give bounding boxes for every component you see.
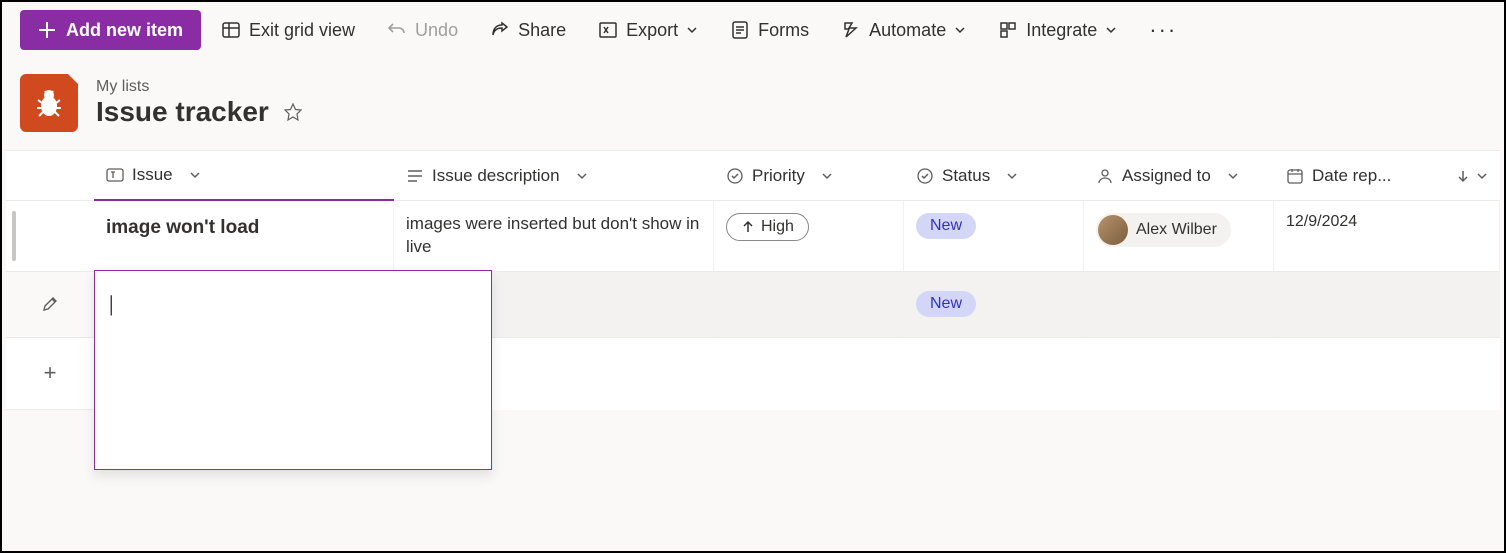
automate-label: Automate xyxy=(869,20,946,41)
automate-button[interactable]: Automate xyxy=(829,10,978,50)
page-title: Issue tracker xyxy=(96,96,303,128)
forms-button[interactable]: Forms xyxy=(718,10,821,50)
row-gutter[interactable] xyxy=(6,272,94,338)
column-header-date-reported[interactable]: Date rep... xyxy=(1274,151,1500,201)
status-pill: New xyxy=(916,291,976,317)
more-icon: ··· xyxy=(1149,17,1177,43)
table-row-editing[interactable]: New xyxy=(6,272,1500,338)
undo-label: Undo xyxy=(415,20,458,41)
column-header-issue[interactable]: Issue xyxy=(94,151,394,201)
favorite-star-icon[interactable] xyxy=(283,102,303,122)
add-new-item-button[interactable]: Add new item xyxy=(20,10,201,50)
cell-assigned-to[interactable] xyxy=(1084,272,1274,338)
excel-icon xyxy=(598,20,618,40)
column-header-assigned-to[interactable]: Assigned to xyxy=(1084,151,1274,201)
grid-icon xyxy=(221,20,241,40)
column-label: Issue description xyxy=(432,166,560,186)
text-field-icon xyxy=(106,166,124,184)
cell-description[interactable]: images were inserted but don't show in l… xyxy=(394,201,714,272)
plus-icon[interactable]: + xyxy=(44,360,57,386)
avatar xyxy=(1098,215,1128,245)
table-row[interactable]: image won't load images were inserted bu… xyxy=(6,201,1500,272)
plus-icon xyxy=(38,21,56,39)
export-label: Export xyxy=(626,20,678,41)
undo-icon xyxy=(387,20,407,40)
forms-label: Forms xyxy=(758,20,809,41)
exit-grid-view-label: Exit grid view xyxy=(249,20,355,41)
cell-priority[interactable]: High xyxy=(714,201,904,272)
column-label: Date rep... xyxy=(1312,166,1391,186)
priority-pill: High xyxy=(726,213,809,241)
column-header-status[interactable]: Status xyxy=(904,151,1084,201)
column-header-description[interactable]: Issue description xyxy=(394,151,714,201)
integrate-icon xyxy=(998,20,1018,40)
add-row-gutter[interactable]: + xyxy=(6,338,94,410)
priority-label: High xyxy=(761,218,794,236)
person-icon xyxy=(1096,167,1114,185)
page-header: My lists Issue tracker xyxy=(2,58,1504,150)
status-pill: New xyxy=(916,213,976,239)
forms-icon xyxy=(730,20,750,40)
breadcrumb[interactable]: My lists xyxy=(96,78,303,96)
chevron-down-icon xyxy=(954,24,966,36)
edit-icon xyxy=(41,295,59,313)
more-actions-button[interactable]: ··· xyxy=(1137,10,1189,50)
integrate-label: Integrate xyxy=(1026,20,1097,41)
column-header-priority[interactable]: Priority xyxy=(714,151,904,201)
command-bar: Add new item Exit grid view Undo Share E… xyxy=(2,2,1504,58)
chevron-down-icon xyxy=(686,24,698,36)
data-grid: Issue Issue description Priority Status … xyxy=(6,150,1500,410)
export-button[interactable]: Export xyxy=(586,10,710,50)
issue-title-input[interactable] xyxy=(94,270,492,470)
list-icon xyxy=(20,74,78,132)
cell-issue[interactable]: image won't load xyxy=(94,201,394,272)
grid-header-row: Issue Issue description Priority Status … xyxy=(6,151,1500,201)
date-text: 12/9/2024 xyxy=(1286,213,1357,231)
column-label: Issue xyxy=(132,165,173,185)
choice-icon xyxy=(916,167,934,185)
column-label: Status xyxy=(942,166,990,186)
cell-status[interactable]: New xyxy=(904,201,1084,272)
row-gutter[interactable] xyxy=(6,201,94,272)
multiline-text-icon xyxy=(406,167,424,185)
integrate-button[interactable]: Integrate xyxy=(986,10,1129,50)
person-chip: Alex Wilber xyxy=(1096,213,1231,247)
cell-empty xyxy=(1274,338,1500,410)
cell-priority[interactable] xyxy=(714,272,904,338)
undo-button[interactable]: Undo xyxy=(375,10,470,50)
cell-empty xyxy=(1084,338,1274,410)
exit-grid-view-button[interactable]: Exit grid view xyxy=(209,10,367,50)
chevron-down-icon xyxy=(576,170,588,182)
share-icon xyxy=(490,20,510,40)
chevron-down-icon xyxy=(1006,170,1018,182)
cell-empty xyxy=(904,338,1084,410)
chevron-down-icon xyxy=(821,170,833,182)
share-label: Share xyxy=(518,20,566,41)
cell-empty xyxy=(714,338,904,410)
column-label: Priority xyxy=(752,166,805,186)
cell-date-reported[interactable]: 12/9/2024 xyxy=(1274,201,1500,272)
arrow-up-icon xyxy=(741,220,755,234)
chevron-down-icon xyxy=(1476,170,1488,182)
bug-icon xyxy=(32,86,66,120)
arrow-down-icon xyxy=(1456,169,1470,183)
flow-icon xyxy=(841,20,861,40)
cell-assigned-to[interactable]: Alex Wilber xyxy=(1084,201,1274,272)
sort-indicator xyxy=(1456,169,1488,183)
row-selector-header xyxy=(6,151,94,201)
page-title-text: Issue tracker xyxy=(96,96,269,128)
share-button[interactable]: Share xyxy=(478,10,578,50)
choice-icon xyxy=(726,167,744,185)
chevron-down-icon xyxy=(1105,24,1117,36)
date-icon xyxy=(1286,167,1304,185)
cell-date-reported[interactable] xyxy=(1274,272,1500,338)
cell-status[interactable]: New xyxy=(904,272,1084,338)
person-name: Alex Wilber xyxy=(1136,221,1217,239)
chevron-down-icon xyxy=(189,169,201,181)
chevron-down-icon xyxy=(1227,170,1239,182)
column-label: Assigned to xyxy=(1122,166,1211,186)
add-new-item-label: Add new item xyxy=(66,20,183,41)
cell-issue-editing[interactable] xyxy=(94,272,394,338)
